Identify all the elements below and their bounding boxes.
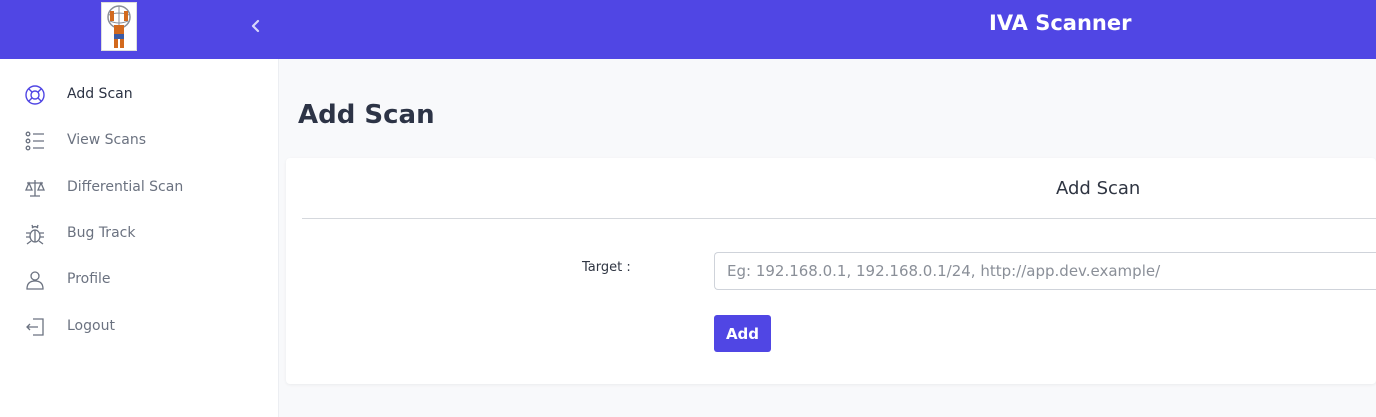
sidebar-item-label: Bug Track — [67, 225, 136, 241]
sidebar-item-bug-track[interactable]: Bug Track — [0, 213, 279, 253]
sidebar-item-differential-scan[interactable]: Differential Scan — [0, 167, 279, 207]
add-button[interactable]: Add — [714, 315, 771, 352]
sidebar-item-logout[interactable]: Logout — [0, 306, 279, 346]
add-scan-card: Add Scan Target : Add — [286, 158, 1376, 384]
target-label: Target : — [582, 260, 631, 275]
logout-icon — [24, 316, 46, 338]
sidebar-item-profile[interactable]: Profile — [0, 259, 279, 299]
sidebar-item-view-scans[interactable]: View Scans — [0, 120, 279, 160]
user-icon — [24, 269, 46, 291]
top-bar: IVA Scanner — [0, 0, 1376, 59]
bug-icon — [24, 223, 46, 245]
chevron-left-icon[interactable] — [246, 15, 266, 37]
page-title: Add Scan — [298, 100, 435, 130]
sidebar: Add Scan View Scans Differential Scan Bu… — [0, 59, 279, 417]
atlas-logo-icon[interactable] — [101, 2, 137, 51]
sidebar-item-label: Add Scan — [67, 86, 133, 102]
app-title: IVA Scanner — [989, 11, 1132, 35]
sidebar-item-label: View Scans — [67, 132, 147, 148]
target-input[interactable] — [714, 252, 1376, 290]
sidebar-item-label: Profile — [67, 271, 111, 287]
lifebuoy-icon — [24, 84, 46, 106]
card-title: Add Scan — [1056, 178, 1141, 199]
sidebar-item-label: Logout — [67, 318, 115, 334]
divider — [302, 218, 1376, 219]
sidebar-item-add-scan[interactable]: Add Scan — [0, 74, 279, 114]
list-icon — [24, 130, 46, 152]
sidebar-item-label: Differential Scan — [67, 179, 184, 195]
scale-icon — [24, 177, 46, 199]
